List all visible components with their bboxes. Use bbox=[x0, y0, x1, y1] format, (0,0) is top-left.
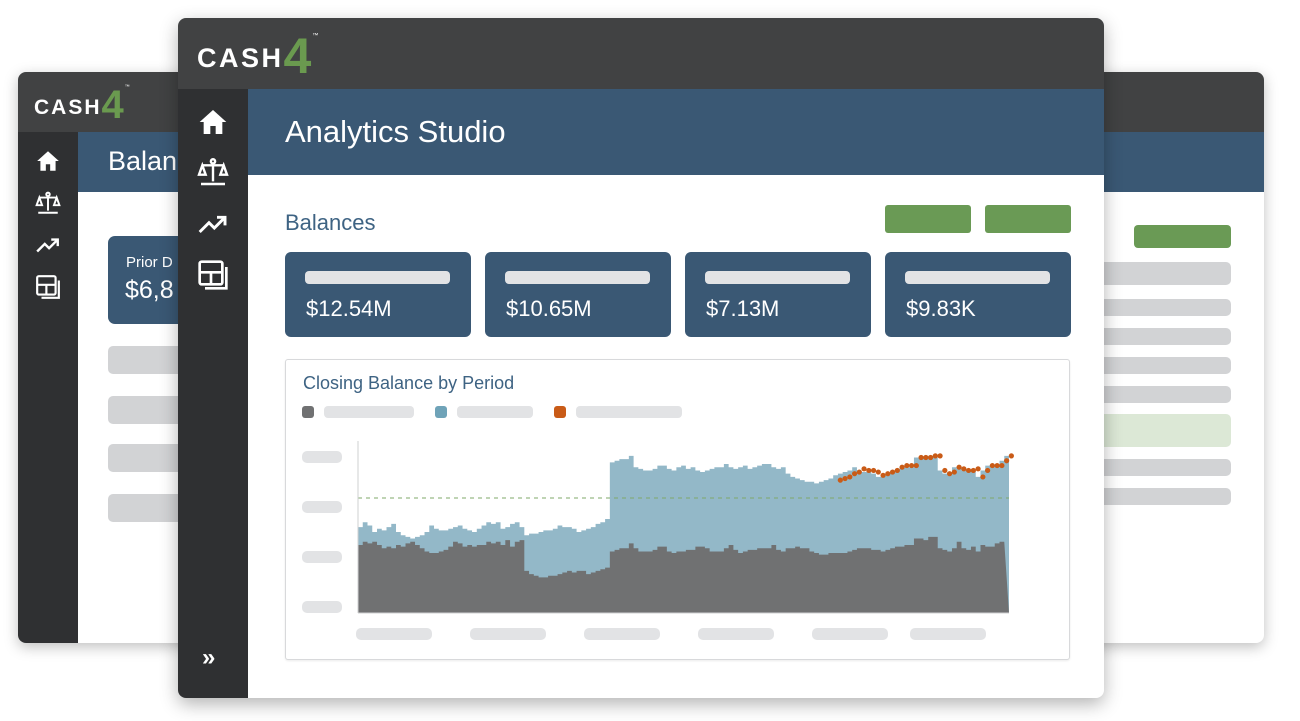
x-tick-label-placeholder bbox=[698, 628, 774, 640]
highlight-point bbox=[894, 467, 900, 474]
highlight-point bbox=[885, 471, 891, 477]
x-tick-label-placeholder bbox=[812, 628, 888, 640]
kpi-label-placeholder bbox=[305, 271, 450, 284]
highlight-point bbox=[947, 471, 953, 477]
highlight-point bbox=[961, 466, 967, 472]
action-button-secondary[interactable] bbox=[985, 205, 1071, 233]
section-title: Balances bbox=[285, 210, 376, 235]
highlight-point bbox=[861, 466, 867, 472]
highlight-point bbox=[989, 462, 995, 469]
back-sidebar: » bbox=[18, 132, 78, 643]
kpi-label-placeholder bbox=[505, 271, 650, 284]
placeholder-row bbox=[1088, 299, 1231, 316]
highlight-point bbox=[904, 462, 910, 469]
kpi-card[interactable]: $12.54M bbox=[285, 252, 471, 337]
logo[interactable]: CASH 4 ™ bbox=[197, 28, 319, 84]
logo-number: 4 bbox=[101, 83, 124, 127]
highlight-point bbox=[847, 474, 853, 480]
highlight-point bbox=[956, 464, 962, 470]
highlight-point bbox=[899, 464, 905, 470]
y-tick-label-placeholder bbox=[302, 551, 342, 563]
logo-text: CASH bbox=[34, 96, 102, 119]
highlight-point bbox=[975, 466, 981, 472]
highlight-point bbox=[985, 467, 991, 474]
highlight-point bbox=[866, 467, 872, 474]
highlight-point bbox=[913, 462, 919, 469]
logo-number: 4 bbox=[283, 28, 312, 84]
scale-icon[interactable] bbox=[197, 156, 229, 188]
kpi-card[interactable]: $9.83K bbox=[885, 252, 1071, 337]
highlight-point bbox=[980, 474, 986, 480]
back-page-title: Balan bbox=[108, 146, 178, 176]
back-logo: CASH 4 ™ bbox=[34, 83, 130, 127]
y-tick-label-placeholder bbox=[302, 601, 342, 613]
back-kpi-value: $6,8 bbox=[125, 276, 174, 304]
highlight-point bbox=[875, 469, 881, 475]
page-title: Analytics Studio bbox=[285, 114, 506, 149]
highlight-point bbox=[932, 453, 938, 459]
placeholder-row bbox=[1088, 357, 1231, 374]
trademark: ™ bbox=[312, 33, 319, 39]
highlight-point bbox=[908, 462, 915, 469]
analytics-window: CASH 4 ™ » Analytics Studio Balances $12… bbox=[178, 18, 1104, 698]
dashboard-icon[interactable] bbox=[35, 274, 61, 300]
x-tick-label-placeholder bbox=[910, 628, 986, 640]
highlight-point bbox=[837, 477, 843, 483]
home-icon[interactable] bbox=[35, 148, 61, 174]
kpi-label-placeholder bbox=[905, 271, 1050, 284]
placeholder-row bbox=[1088, 262, 1231, 285]
kpi-card[interactable]: $7.13M bbox=[685, 252, 871, 337]
kpi-card[interactable]: $10.65M bbox=[485, 252, 671, 337]
highlight-point bbox=[870, 467, 877, 474]
kpi-value: $10.65M bbox=[506, 296, 592, 321]
page-header: Analytics Studio bbox=[248, 89, 1104, 175]
highlighted-row bbox=[1088, 414, 1231, 447]
x-tick-label-placeholder bbox=[356, 628, 432, 640]
highlight-point bbox=[1004, 458, 1010, 464]
highlight-point bbox=[918, 454, 924, 461]
trend-up-icon[interactable] bbox=[197, 208, 229, 240]
chart-panel: Closing Balance by Period bbox=[285, 359, 1070, 660]
topbar: CASH 4 ™ bbox=[178, 18, 1104, 89]
kpi-label-placeholder bbox=[705, 271, 850, 284]
x-tick-label-placeholder bbox=[584, 628, 660, 640]
dashboard-icon[interactable] bbox=[197, 259, 229, 291]
highlight-point bbox=[937, 453, 943, 459]
trademark: ™ bbox=[124, 84, 130, 90]
back-kpi-label: Prior D bbox=[126, 254, 173, 271]
highlight-point bbox=[880, 472, 886, 478]
scale-icon[interactable] bbox=[35, 190, 61, 216]
kpi-value: $12.54M bbox=[306, 296, 392, 321]
x-tick-label-placeholder bbox=[470, 628, 546, 640]
highlight-point bbox=[889, 469, 896, 475]
y-tick-label-placeholder bbox=[302, 451, 342, 463]
highlight-point bbox=[999, 462, 1005, 469]
highlight-point bbox=[842, 475, 848, 482]
highlight-point bbox=[1008, 453, 1014, 459]
placeholder-row bbox=[1088, 459, 1231, 476]
highlight-point bbox=[927, 454, 934, 461]
kpi-value: $7.13M bbox=[706, 296, 780, 321]
placeholder-row bbox=[1088, 386, 1231, 403]
highlight-point bbox=[856, 469, 862, 475]
highlight-point bbox=[942, 467, 948, 474]
highlight-point bbox=[970, 467, 976, 474]
expand-sidebar-button[interactable]: » bbox=[202, 644, 215, 672]
action-button-primary[interactable] bbox=[885, 205, 971, 233]
back-action-button[interactable] bbox=[1134, 225, 1231, 248]
highlight-point bbox=[851, 471, 858, 477]
highlight-point bbox=[994, 462, 1000, 469]
placeholder-row bbox=[1088, 328, 1231, 345]
home-icon[interactable] bbox=[197, 106, 229, 138]
highlight-point bbox=[951, 469, 957, 475]
logo-text: CASH bbox=[197, 43, 284, 73]
placeholder-row bbox=[1088, 488, 1231, 505]
highlight-point bbox=[923, 454, 929, 461]
highlight-point bbox=[966, 467, 972, 474]
closing-balance-chart bbox=[302, 441, 1014, 640]
kpi-value: $9.83K bbox=[906, 296, 976, 321]
sidebar: » bbox=[178, 89, 248, 698]
y-tick-label-placeholder bbox=[302, 501, 342, 513]
trend-up-icon[interactable] bbox=[35, 232, 61, 258]
